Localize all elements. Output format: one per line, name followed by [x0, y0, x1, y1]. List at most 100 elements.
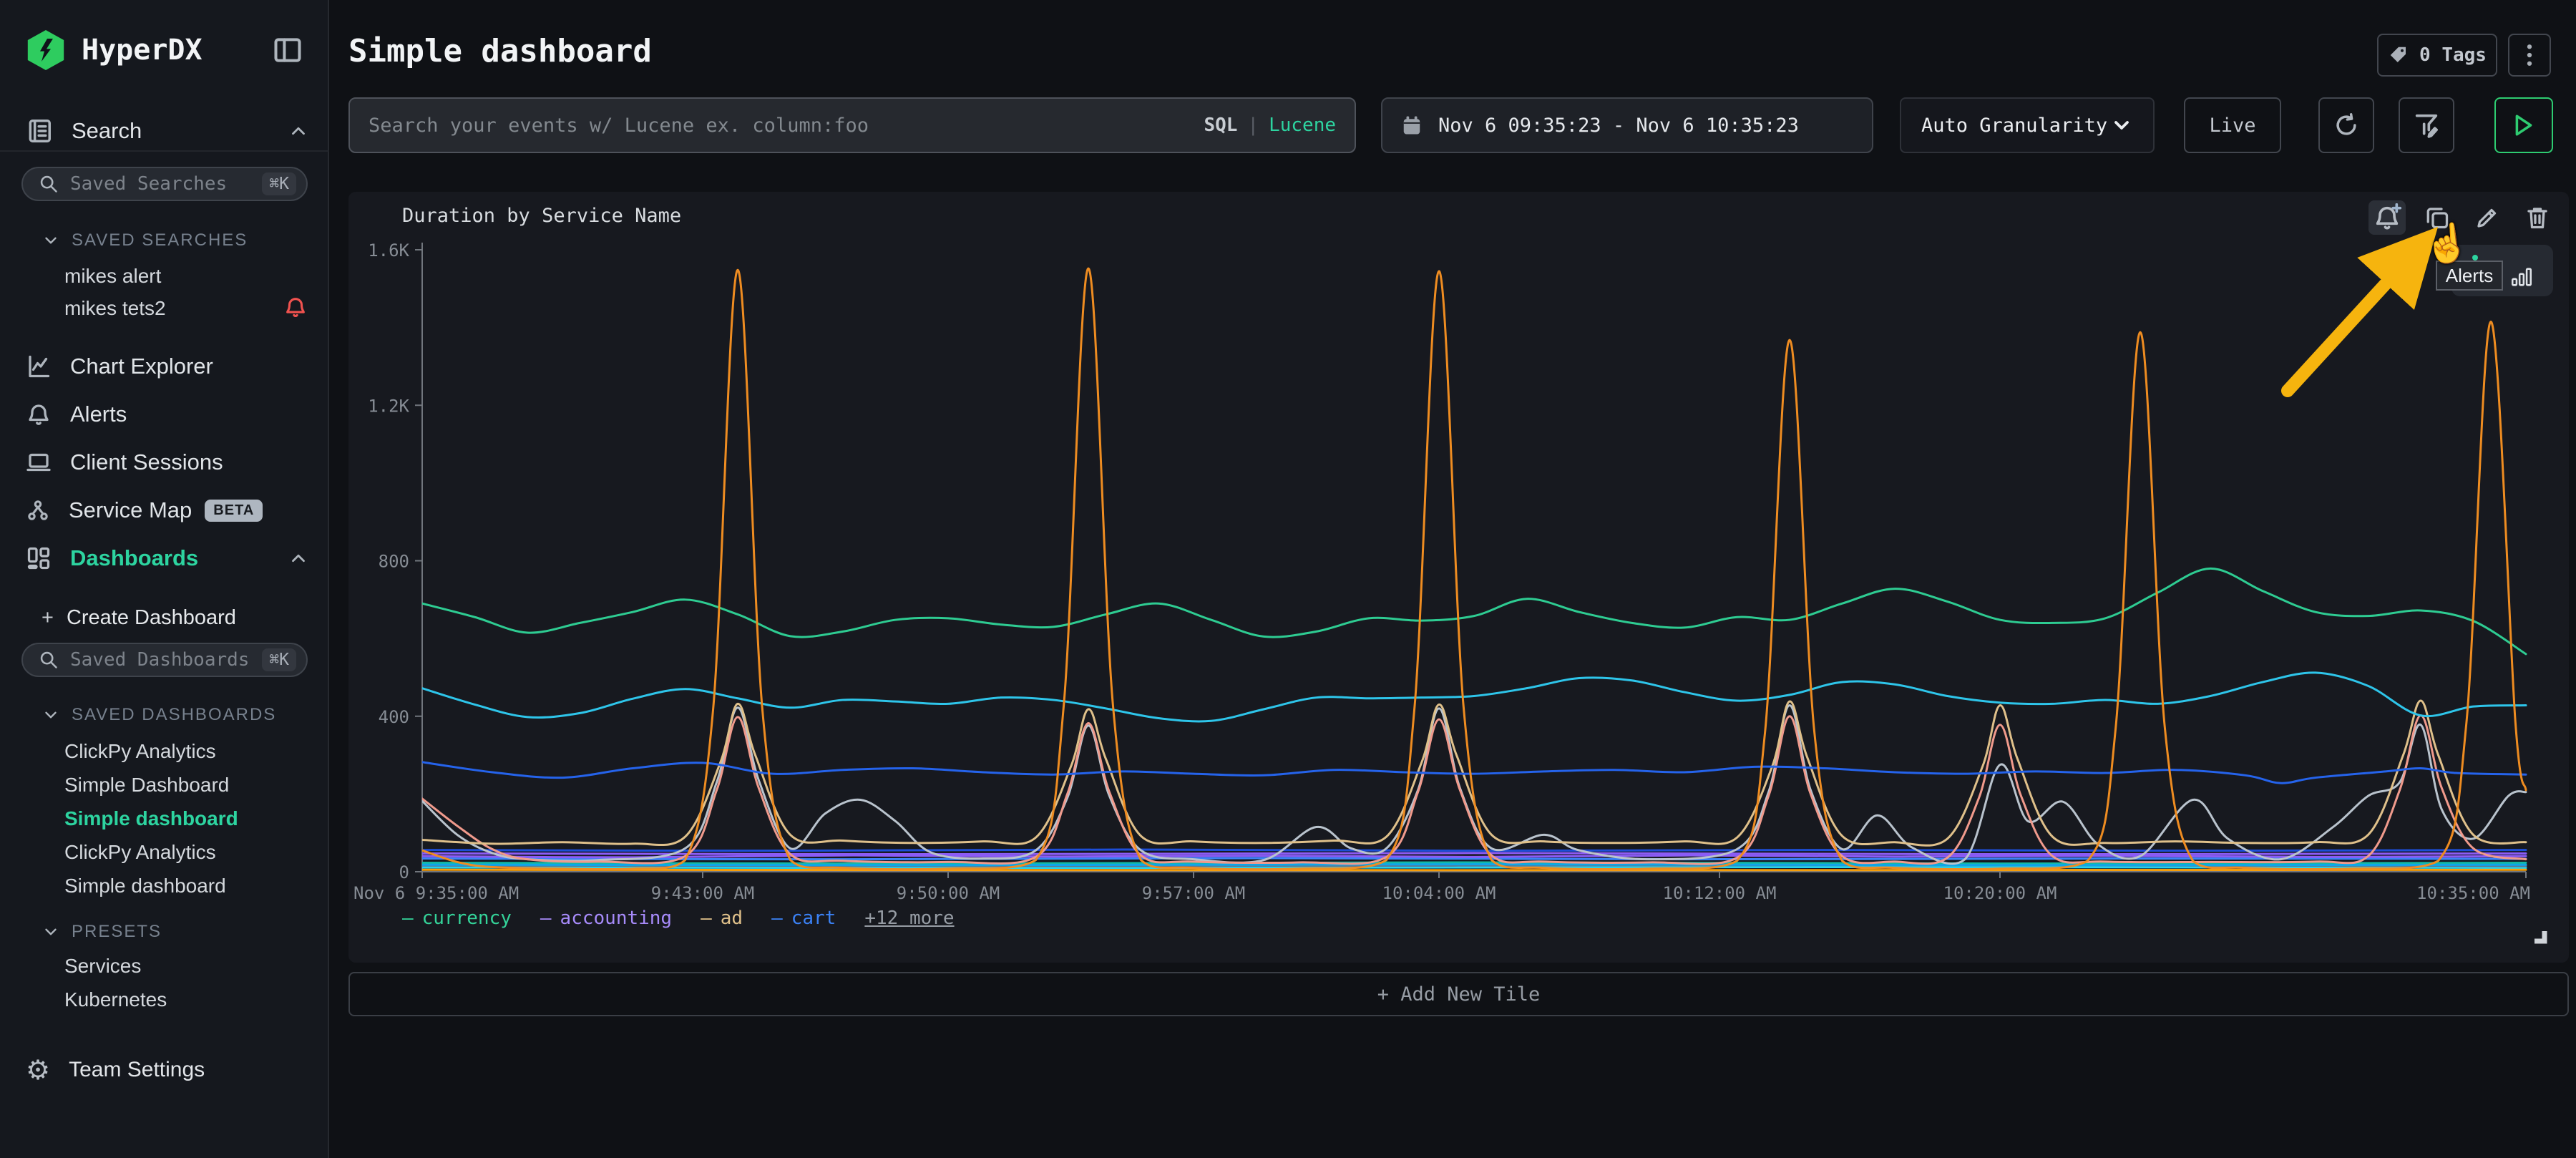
legend-swatch: — [540, 908, 552, 929]
create-dashboard-button[interactable]: + Create Dashboard [42, 605, 236, 631]
date-range-picker[interactable]: Nov 6 09:35:23 - Nov 6 10:35:23 [1381, 97, 1873, 153]
chevron-down-icon [42, 706, 60, 724]
saved-searches-placeholder: Saved Searches [70, 173, 262, 195]
divider [0, 150, 329, 152]
series-series-flat-violet [422, 853, 2526, 855]
brand-title: HyperDX [82, 34, 203, 67]
run-query-button[interactable] [2494, 97, 2553, 153]
shortcut-badge: ⌘K [262, 172, 296, 195]
gear-icon: ⚙ [26, 1054, 50, 1086]
legend-swatch: — [402, 908, 414, 929]
legend-swatch: — [771, 908, 783, 929]
chevron-up-icon[interactable] [288, 548, 309, 569]
svg-text:10:20:00 AM: 10:20:00 AM [1943, 883, 2057, 903]
sidebar-item-chart-explorer[interactable]: Chart Explorer [0, 351, 329, 382]
svg-text:10:04:00 AM: 10:04:00 AM [1382, 883, 1496, 903]
hand-cursor-icon: ☝ [2421, 220, 2472, 268]
legend-label: ad [721, 908, 743, 929]
lucene-toggle[interactable]: Lucene [1269, 115, 1336, 136]
presets-header[interactable]: PRESETS [42, 922, 162, 942]
hyperdx-logo-icon [26, 30, 66, 70]
preset-item[interactable]: Kubernetes [64, 987, 167, 1013]
sidebar-item-search[interactable]: Search [0, 113, 329, 149]
saved-searches-input[interactable]: Saved Searches ⌘K [21, 167, 308, 201]
saved-dashboards-input[interactable]: Saved Dashboards ⌘K [21, 643, 308, 677]
legend-item[interactable]: — ad [701, 908, 743, 929]
resize-handle[interactable] [2530, 928, 2549, 947]
tag-icon [2388, 44, 2409, 66]
saved-dashboards-placeholder: Saved Dashboards [70, 649, 262, 671]
sidebar: HyperDX Search Saved Searches ⌘K SAVED S… [0, 0, 329, 1158]
add-new-tile-button[interactable]: + Add New Tile [348, 972, 2569, 1016]
chevron-down-icon [2110, 114, 2133, 137]
duration-chart: 04008001.2K1.6KNov 6 9:35:00 AM9:43:00 A… [348, 192, 2569, 963]
play-icon [2513, 114, 2534, 137]
search-section-label: Search [72, 118, 142, 144]
legend-label: currency [422, 908, 512, 929]
svg-text:1.6K: 1.6K [368, 240, 409, 261]
series-series-gray [422, 706, 2526, 864]
legend-item[interactable]: — currency [402, 908, 512, 929]
series-series-flat-navy [422, 850, 2526, 851]
chevron-up-icon[interactable] [288, 120, 309, 142]
svg-text:10:35:00 AM: 10:35:00 AM [2416, 883, 2530, 903]
saved-dashboard-item[interactable]: ClickPy Analytics [64, 739, 216, 764]
legend-item[interactable]: — accounting [540, 908, 672, 929]
refresh-icon [2333, 112, 2360, 139]
saved-dashboard-item[interactable]: ClickPy Analytics [64, 840, 216, 865]
tags-button[interactable]: 0 Tags [2377, 34, 2497, 77]
bar-chart-icon[interactable] [2509, 265, 2534, 289]
series-series-flat-blue [422, 858, 2526, 860]
saved-dashboards-header[interactable]: SAVED DASHBOARDS [42, 705, 276, 725]
service-map-icon [26, 498, 50, 522]
logo-row: HyperDX [0, 27, 329, 73]
saved-dashboard-item[interactable]: Simple Dashboard [64, 772, 229, 798]
series-cart [422, 762, 2526, 783]
sql-toggle[interactable]: SQL [1204, 115, 1237, 136]
sidebar-item-alerts[interactable]: Alerts [0, 399, 329, 430]
series-currency [422, 568, 2526, 653]
filter-edit-button[interactable] [2399, 97, 2454, 153]
saved-search-item[interactable]: mikes alert [64, 263, 161, 289]
sidebar-item-team-settings[interactable]: ⚙ Team Settings [0, 1054, 329, 1086]
sidebar-item-client-sessions[interactable]: Client Sessions [0, 447, 329, 478]
legend-item[interactable]: —cart [771, 908, 836, 929]
svg-text:9:43:00 AM: 9:43:00 AM [651, 883, 755, 903]
sidebar-collapse-icon[interactable] [272, 34, 303, 66]
svg-text:10:12:00 AM: 10:12:00 AM [1663, 883, 1777, 903]
filter-pencil-icon [2412, 111, 2441, 140]
laptop-icon [26, 449, 52, 475]
kebab-menu-button[interactable] [2508, 34, 2551, 77]
journal-icon [26, 117, 53, 145]
saved-searches-header[interactable]: SAVED SEARCHES [42, 230, 248, 250]
date-range-value: Nov 6 09:35:23 - Nov 6 10:35:23 [1438, 115, 1799, 137]
sidebar-item-service-map[interactable]: Service Map BETA [0, 495, 329, 526]
dashboards-icon [26, 545, 52, 571]
chevron-down-icon [42, 923, 60, 941]
legend-more-link[interactable]: +12 more [864, 908, 954, 929]
saved-dashboard-item[interactable]: Simple dashboard [64, 873, 226, 899]
granularity-select[interactable]: Auto Granularity [1900, 97, 2155, 153]
page-title: Simple dashboard [348, 33, 652, 69]
live-button[interactable]: Live [2184, 97, 2281, 153]
alert-bell-icon [283, 295, 308, 319]
sidebar-item-dashboards[interactable]: Dashboards [0, 542, 329, 574]
chevron-down-icon [42, 231, 60, 250]
calendar-icon [1401, 115, 1423, 136]
legend-label: accounting [560, 908, 673, 929]
refresh-button[interactable] [2318, 97, 2374, 153]
bell-icon [26, 402, 52, 427]
legend-swatch: — [701, 908, 712, 929]
search-icon [39, 174, 59, 194]
svg-text:400: 400 [379, 707, 409, 727]
svg-text:9:50:00 AM: 9:50:00 AM [897, 883, 1000, 903]
granularity-value: Auto Granularity [1921, 115, 2110, 137]
svg-text:9:57:00 AM: 9:57:00 AM [1142, 883, 1246, 903]
svg-text:0: 0 [399, 862, 409, 882]
svg-text:800: 800 [379, 552, 409, 572]
saved-dashboard-item-active[interactable]: Simple dashboard [64, 806, 238, 832]
svg-text:1.2K: 1.2K [368, 396, 409, 416]
event-search-bar[interactable]: SQL | Lucene [348, 97, 1356, 153]
event-search-input[interactable] [369, 115, 1204, 137]
preset-item[interactable]: Services [64, 953, 141, 979]
